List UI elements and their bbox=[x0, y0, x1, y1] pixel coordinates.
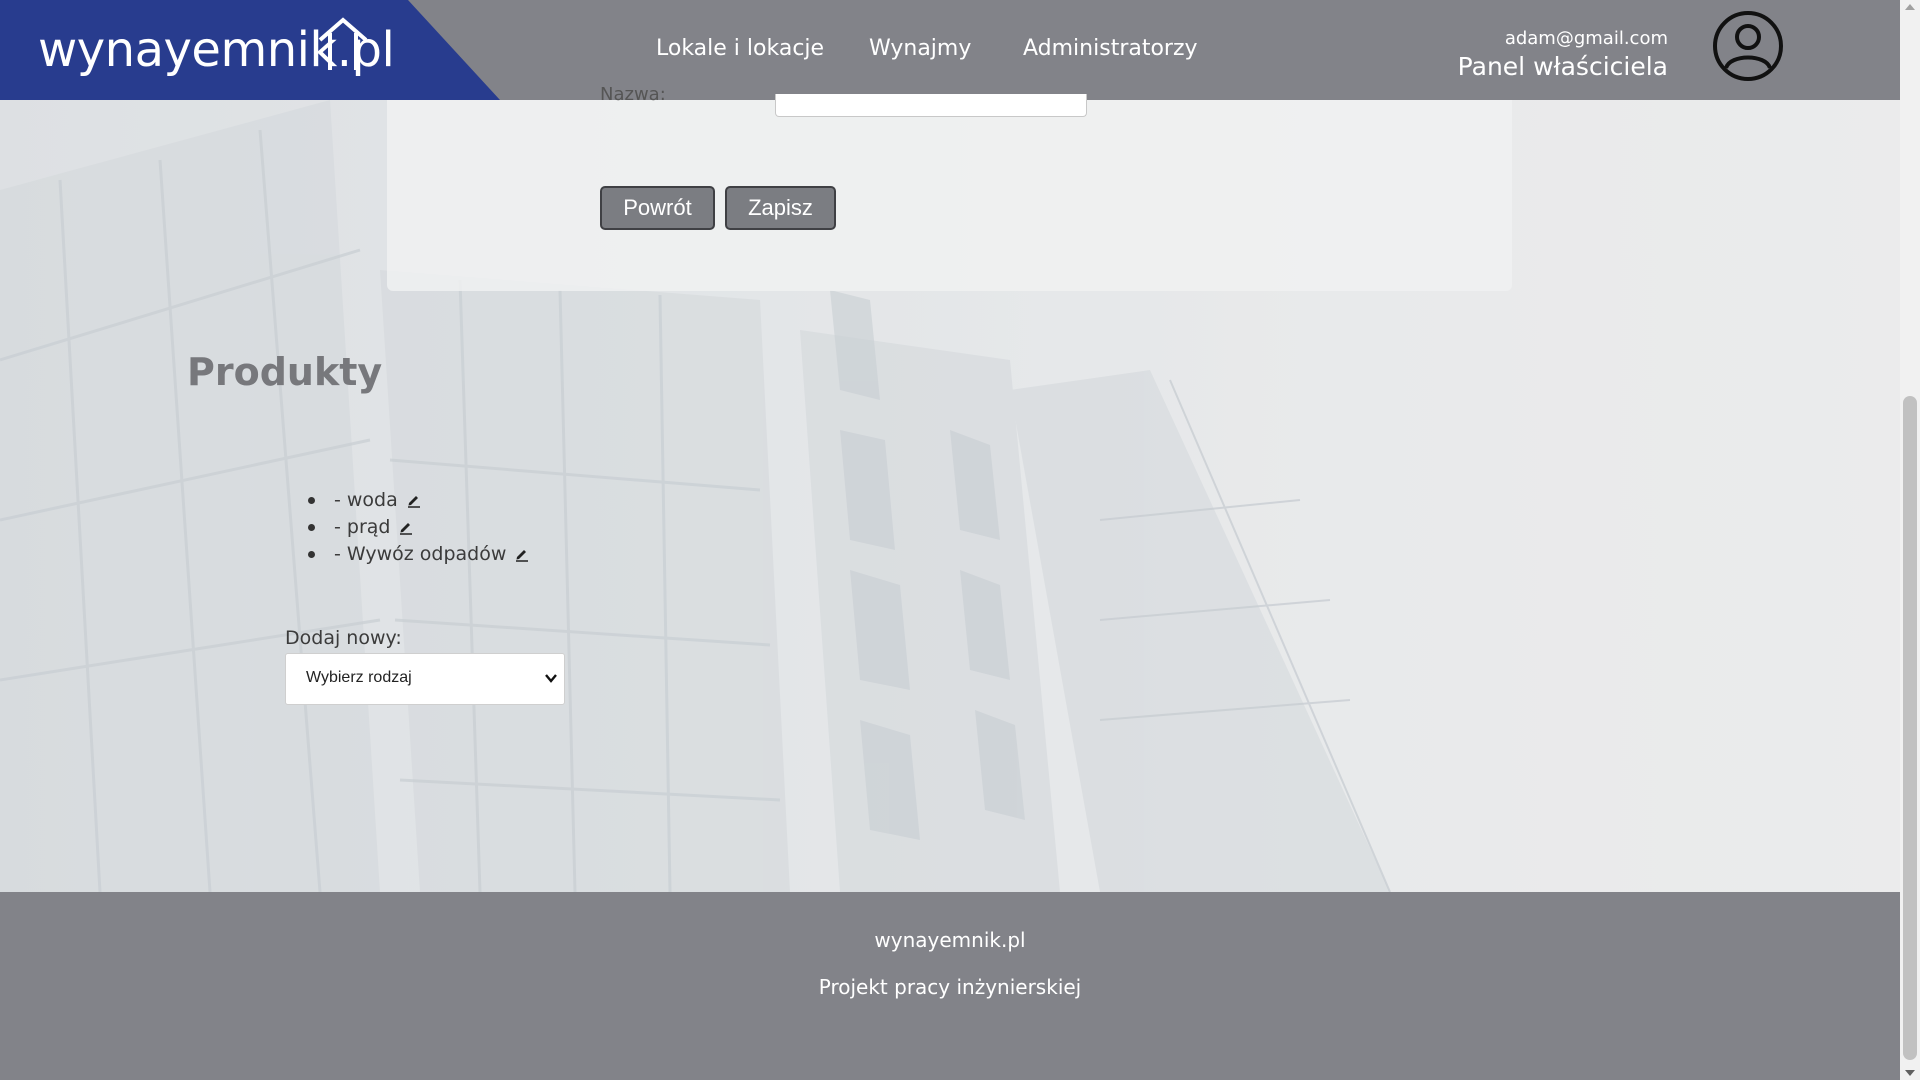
edit-pencil-icon[interactable] bbox=[406, 492, 422, 508]
top-header: wynayemnik.pl Lokale i lokacje Wynajmy A… bbox=[0, 0, 1900, 100]
products-heading: Produkty bbox=[187, 350, 383, 394]
scroll-down-arrow-icon[interactable] bbox=[1905, 1070, 1915, 1076]
page-footer: wynayemnik.pl Projekt pracy inżynierskie… bbox=[0, 892, 1900, 1080]
list-item: - prąd bbox=[308, 513, 530, 540]
footer-site: wynayemnik.pl bbox=[874, 928, 1026, 952]
user-email: adam@gmail.com bbox=[1504, 28, 1668, 49]
save-button[interactable]: Zapisz bbox=[725, 186, 836, 230]
edit-pencil-icon[interactable] bbox=[398, 519, 414, 535]
name-input[interactable] bbox=[775, 94, 1087, 117]
logo-area[interactable]: wynayemnik.pl bbox=[0, 0, 500, 100]
nav-administratorzy[interactable]: Administratorzy bbox=[1023, 36, 1198, 61]
bullet-icon bbox=[308, 524, 315, 531]
select-value: Wybierz rodzaj bbox=[306, 669, 412, 686]
product-type-select[interactable]: Wybierz rodzaj bbox=[285, 653, 565, 705]
nav-lokale[interactable]: Lokale i lokacje bbox=[656, 36, 824, 61]
edit-form-card: Nazwa: Powrót Zapisz bbox=[387, 84, 1512, 291]
bullet-icon bbox=[308, 497, 315, 504]
product-label: - prąd bbox=[334, 515, 391, 538]
product-label: - Wywóz odpadów bbox=[334, 542, 507, 565]
nav-wynajmy[interactable]: Wynajmy bbox=[869, 36, 971, 61]
back-button[interactable]: Powrót bbox=[600, 186, 715, 230]
name-field-label: Nazwa: bbox=[600, 84, 666, 104]
chevron-down-icon bbox=[545, 674, 557, 683]
owner-panel-label[interactable]: Panel właściciela bbox=[1458, 52, 1668, 81]
bullet-icon bbox=[308, 551, 315, 558]
list-item: - Wywóz odpadów bbox=[308, 540, 530, 567]
scroll-up-arrow-icon[interactable] bbox=[1905, 4, 1915, 10]
user-avatar-icon[interactable] bbox=[1712, 10, 1784, 82]
vertical-scrollbar[interactable] bbox=[1900, 0, 1920, 1080]
product-label: - woda bbox=[334, 488, 398, 511]
scroll-thumb[interactable] bbox=[1903, 396, 1917, 1060]
footer-project: Projekt pracy inżynierskiej bbox=[818, 975, 1082, 999]
edit-pencil-icon[interactable] bbox=[514, 546, 530, 562]
house-logo-icon bbox=[318, 17, 368, 70]
product-list: - woda - prąd - Wywóz odpadów bbox=[308, 486, 530, 567]
list-item: - woda bbox=[308, 486, 530, 513]
add-new-label: Dodaj nowy: bbox=[285, 627, 402, 649]
